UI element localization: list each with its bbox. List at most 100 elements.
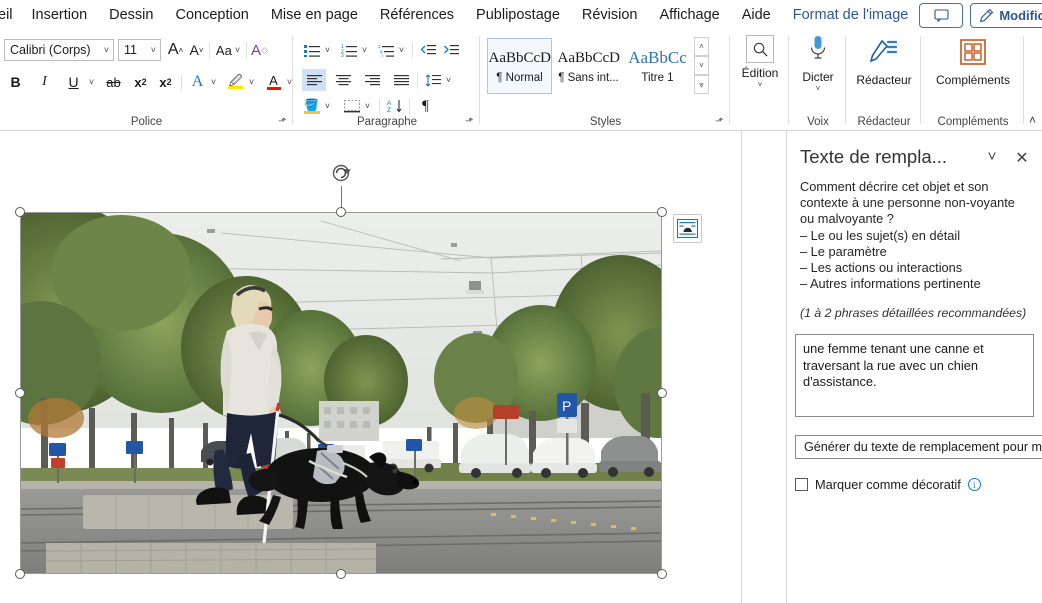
underline-button[interactable]: U — [64, 71, 83, 93]
borders-dropdown[interactable]: ˅ — [361, 95, 374, 117]
tab-format-de-limage[interactable]: Format de l'image — [782, 1, 920, 29]
bold-button[interactable]: B — [6, 71, 25, 93]
superscript-button[interactable]: x2 — [156, 71, 175, 93]
increase-indent-icon — [443, 45, 459, 55]
group-label-voix: Voix — [807, 116, 829, 128]
police-dialog-launcher[interactable]: ⬏ — [278, 116, 290, 128]
show-formatting-marks-button[interactable]: ¶ — [416, 95, 435, 117]
justify-button[interactable] — [389, 69, 413, 91]
layout-options-button[interactable] — [673, 214, 702, 243]
svg-text:A: A — [387, 100, 392, 107]
line-spacing-button[interactable] — [423, 69, 442, 91]
group-label-redacteur: Rédacteur — [857, 116, 911, 128]
styles-scroll-up-button[interactable]: ˄ — [694, 37, 709, 56]
bullets-button[interactable] — [302, 39, 321, 61]
font-family-combo[interactable]: Calibri (Corps) ˅ — [4, 39, 114, 61]
collapse-ribbon-button[interactable]: ˄ — [1029, 113, 1036, 127]
paragraphe-dialog-launcher[interactable]: ⬏ — [465, 116, 477, 128]
styles-dialog-launcher[interactable]: ⬏ — [715, 116, 727, 128]
list-item: – Le ou les sujet(s) en détail — [800, 227, 961, 243]
shading-dropdown[interactable]: ˅ — [321, 95, 334, 117]
selected-picture[interactable]: P — [15, 164, 667, 579]
align-right-button[interactable] — [360, 69, 384, 91]
editing-button[interactable]: Édition ˅ — [731, 31, 789, 89]
tab-references[interactable]: Références — [369, 1, 465, 29]
word-window: eil Insertion Dessin Conception Mise en … — [0, 0, 1042, 603]
numbering-button[interactable]: 1 2 3 — [339, 39, 358, 61]
alt-text-input[interactable]: une femme tenant une canne et traversant… — [795, 334, 1034, 418]
style-sample: AaBbCc — [628, 47, 687, 67]
resize-handle-bottom-left[interactable] — [15, 569, 25, 579]
editing-mode-button[interactable]: Modification ˅ — [970, 2, 1042, 28]
resize-handle-top-right[interactable] — [657, 207, 667, 217]
toolbar-divider — [181, 73, 182, 91]
resize-handle-bottom-center[interactable] — [336, 569, 346, 579]
tab-accueil[interactable]: eil — [0, 1, 21, 29]
font-size-value: 11 — [124, 43, 137, 57]
font-family-value: Calibri (Corps) — [10, 43, 91, 57]
tab-insertion[interactable]: Insertion — [21, 1, 99, 29]
bullet-list-icon — [303, 44, 320, 57]
numbered-list-icon: 1 2 3 — [341, 44, 357, 57]
styles-more-button[interactable]: ⩔ — [694, 75, 709, 94]
resize-handle-middle-right[interactable] — [657, 388, 667, 398]
tab-aide[interactable]: Aide — [731, 1, 782, 29]
tab-publipostage[interactable]: Publipostage — [465, 1, 571, 29]
grow-font-button[interactable]: A ˄ — [166, 39, 185, 61]
numbering-dropdown[interactable]: ˅ — [358, 39, 371, 61]
styles-scrollbar[interactable]: ˄ ˅ ⩔ — [694, 37, 709, 94]
align-center-button[interactable] — [331, 69, 355, 91]
font-color-button[interactable]: A — [264, 71, 283, 93]
info-icon[interactable]: i — [967, 478, 981, 492]
tab-mise-en-page[interactable]: Mise en page — [260, 1, 369, 29]
decrease-indent-button[interactable] — [418, 39, 437, 61]
ribbon-group-styles: AaBbCcDc ¶ Normal AaBbCcDc ¶ Sans int...… — [481, 31, 730, 131]
align-left-button[interactable] — [302, 69, 326, 91]
font-size-combo[interactable]: 11 ˅ — [118, 39, 161, 61]
style-item-sans-interligne[interactable]: AaBbCcDc ¶ Sans int... — [556, 37, 621, 94]
underline-dropdown[interactable]: ˅ — [85, 71, 98, 93]
strikethrough-button[interactable]: ab — [104, 71, 123, 93]
subscript-button[interactable]: x2 — [131, 71, 150, 93]
tab-conception[interactable]: Conception — [164, 1, 259, 29]
rotation-handle[interactable] — [329, 160, 355, 186]
style-item-normal[interactable]: AaBbCcDc ¶ Normal — [487, 37, 552, 94]
comment-button[interactable] — [919, 2, 964, 28]
sort-button[interactable]: A Z — [386, 95, 405, 117]
style-sample: AaBbCcDc — [488, 49, 551, 66]
tab-revision[interactable]: Révision — [571, 1, 649, 29]
bullets-dropdown[interactable]: ˅ — [321, 39, 334, 61]
shading-button[interactable]: 🪣 — [302, 95, 321, 117]
addins-button[interactable]: Compléments — [922, 31, 1024, 87]
multilevel-dropdown[interactable]: ˅ — [395, 39, 408, 61]
change-case-button[interactable]: Aa ˅ — [213, 39, 243, 61]
styles-scroll-down-button[interactable]: ˅ — [694, 56, 709, 75]
style-item-titre-1[interactable]: AaBbCc Titre 1 — [625, 37, 690, 94]
chevron-down-icon[interactable]: ˅ — [984, 148, 1000, 168]
italic-button[interactable]: I — [35, 71, 54, 93]
text-effects-dropdown[interactable]: ˅ — [207, 71, 220, 93]
highlight-icon[interactable]: 🖉 — [226, 71, 245, 93]
tab-affichage[interactable]: Affichage — [649, 1, 731, 29]
resize-handle-top-left[interactable] — [15, 207, 25, 217]
multilevel-list-button[interactable]: 1 a i — [376, 39, 395, 61]
clear-formatting-icon[interactable]: A ◇ — [250, 39, 269, 61]
editor-button[interactable]: Rédacteur — [847, 31, 921, 87]
close-icon[interactable]: ✕ — [1014, 148, 1030, 168]
resize-handle-bottom-right[interactable] — [657, 569, 667, 579]
line-spacing-dropdown[interactable]: ˅ — [442, 69, 455, 91]
mark-as-decorative-checkbox[interactable] — [795, 478, 808, 492]
dictate-button[interactable]: Dicter ˅ — [790, 31, 846, 93]
layout-options-icon — [677, 219, 698, 238]
resize-handle-middle-left[interactable] — [15, 388, 25, 398]
shrink-font-button[interactable]: A ˅ — [187, 39, 206, 61]
highlight-dropdown[interactable]: ˅ — [245, 71, 258, 93]
text-effects-button[interactable]: A — [188, 71, 207, 93]
tab-dessin[interactable]: Dessin — [98, 1, 164, 29]
resize-handle-top-center[interactable] — [336, 207, 346, 217]
increase-indent-button[interactable] — [441, 39, 460, 61]
mark-as-decorative-row[interactable]: Marquer comme décoratif i — [795, 477, 1042, 492]
generate-alt-text-button[interactable]: Générer du texte de remplacement pour mo — [795, 435, 1042, 460]
borders-button[interactable] — [342, 95, 361, 117]
pane-header-buttons: ˅ ✕ — [984, 145, 1030, 168]
